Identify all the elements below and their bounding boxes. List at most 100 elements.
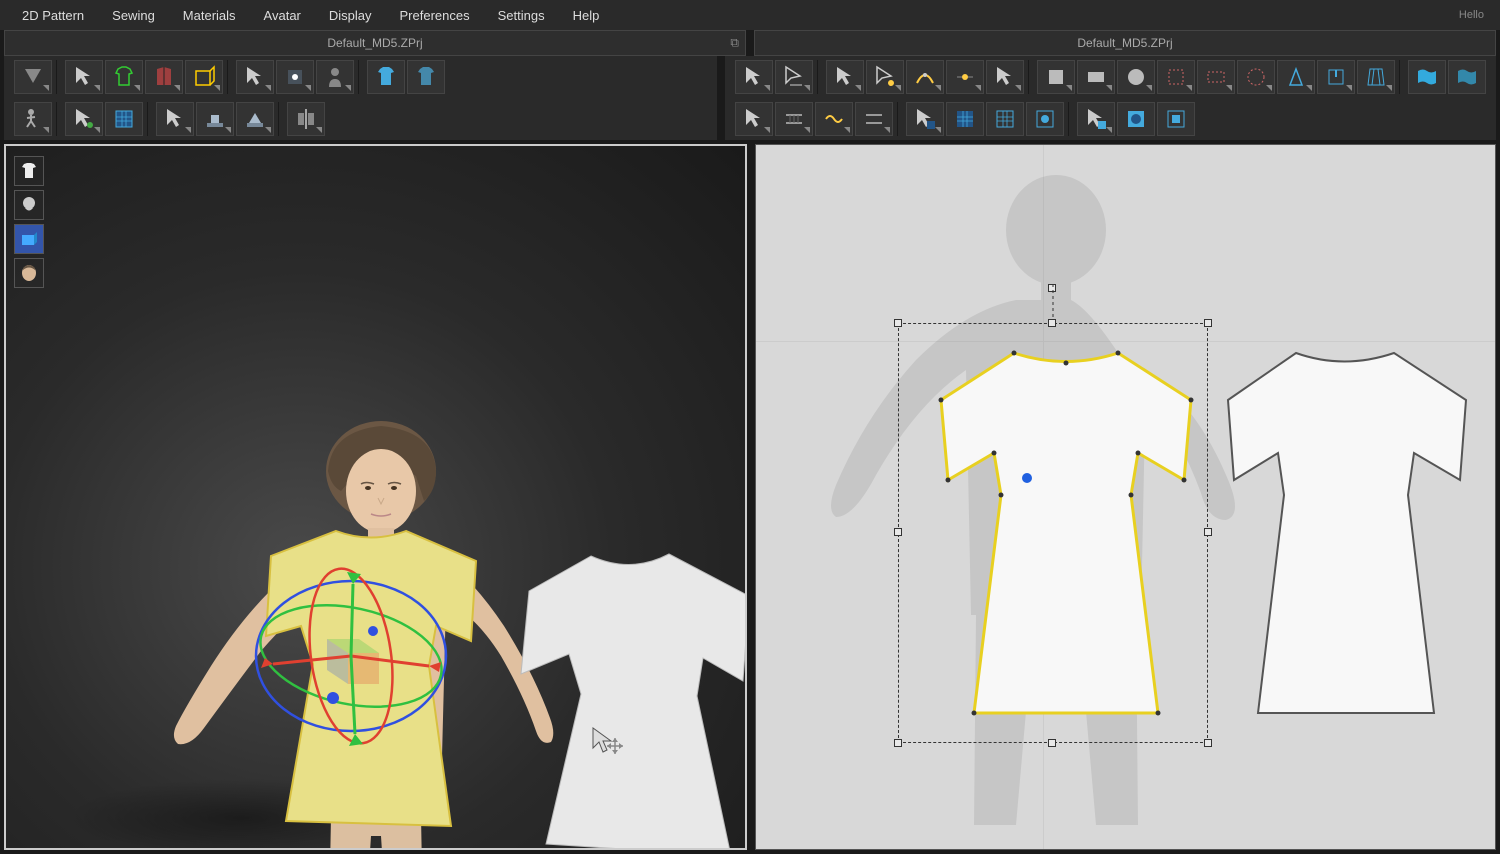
selection-handle-nw[interactable]	[894, 319, 902, 327]
panel-headers: Default_MD5.ZPrj ⧉ Default_MD5.ZPrj	[0, 30, 1500, 56]
arrow-plane-button[interactable]	[156, 102, 194, 136]
avatar-tool-icon	[323, 65, 347, 89]
edit-pattern-button[interactable]	[775, 60, 813, 94]
arrange-shirt-button[interactable]	[105, 60, 143, 94]
segment-sew-icon	[782, 107, 806, 131]
selection-handle-s[interactable]	[1048, 739, 1056, 747]
pattern-2d-unselected[interactable]	[1216, 345, 1466, 725]
selection-handle-ne[interactable]	[1204, 319, 1212, 327]
texture-grid-button[interactable]	[1157, 102, 1195, 136]
add-dot-button[interactable]	[946, 60, 984, 94]
edit-texture-button[interactable]	[1117, 102, 1155, 136]
fabric2-button[interactable]	[1448, 60, 1486, 94]
selection-handle-e[interactable]	[1204, 528, 1212, 536]
rectangle-button[interactable]	[1077, 60, 1115, 94]
edit-sewing-icon	[953, 107, 977, 131]
add-point-icon	[283, 65, 307, 89]
add-point-button[interactable]	[276, 60, 314, 94]
box-unfold-icon	[192, 65, 216, 89]
texture-sel-button[interactable]	[1077, 102, 1115, 136]
panel-header-3d[interactable]: Default_MD5.ZPrj ⧉	[4, 30, 746, 56]
circle-icon	[1124, 65, 1148, 89]
mark-grid-button[interactable]	[105, 102, 143, 136]
trace-button[interactable]	[986, 60, 1024, 94]
tack2-button[interactable]	[236, 102, 274, 136]
dart-button[interactable]	[1277, 60, 1315, 94]
pose-button[interactable]	[14, 102, 52, 136]
arrange-back-icon	[414, 65, 438, 89]
menu-avatar[interactable]: Avatar	[250, 2, 315, 29]
select-mesh-button[interactable]	[236, 60, 274, 94]
edit-sewing-button[interactable]	[946, 102, 984, 136]
selection-center-dot[interactable]	[1022, 473, 1032, 483]
edit-point-button[interactable]	[866, 60, 904, 94]
internal-rect-button[interactable]	[1197, 60, 1235, 94]
pattern-3d-yellow[interactable]	[241, 526, 501, 846]
fabric1-button[interactable]	[1408, 60, 1446, 94]
panel-header-2d[interactable]: Default_MD5.ZPrj	[754, 30, 1496, 56]
selection-handle-se[interactable]	[1204, 739, 1212, 747]
menu-settings[interactable]: Settings	[484, 2, 559, 29]
free-sew-button[interactable]	[815, 102, 853, 136]
curve-point-button[interactable]	[906, 60, 944, 94]
menu-sewing[interactable]: Sewing	[98, 2, 169, 29]
internal-poly-button[interactable]	[1157, 60, 1195, 94]
free-sew-icon	[822, 107, 846, 131]
avatar-head-button[interactable]	[14, 190, 44, 220]
seam-sel-button[interactable]	[906, 102, 944, 136]
cursor-button[interactable]	[735, 60, 773, 94]
menu-2d-pattern[interactable]: 2D Pattern	[8, 2, 98, 29]
avatar-tool-button[interactable]	[316, 60, 354, 94]
garment-fold-button[interactable]	[145, 60, 183, 94]
select-move-button[interactable]	[65, 60, 103, 94]
sew-select-button[interactable]	[735, 102, 773, 136]
selection-handle-w[interactable]	[894, 528, 902, 536]
garment-visibility-button[interactable]	[14, 156, 44, 186]
internal-circle-icon	[1244, 65, 1268, 89]
arrange-front-button[interactable]	[367, 60, 405, 94]
selection-handle-n[interactable]	[1048, 319, 1056, 327]
sewing-grid-button[interactable]	[986, 102, 1024, 136]
notch-icon	[1324, 65, 1348, 89]
simulate-button[interactable]	[14, 60, 52, 94]
popout-icon[interactable]: ⧉	[730, 36, 739, 51]
sewing-tool-button[interactable]	[1026, 102, 1064, 136]
pattern-3d-white[interactable]	[511, 546, 747, 850]
box-unfold-button[interactable]	[185, 60, 223, 94]
cursor-icon	[742, 65, 766, 89]
slash-spread-button[interactable]	[1357, 60, 1395, 94]
symmetry-button[interactable]	[287, 102, 325, 136]
canvas-2d	[756, 145, 1495, 849]
menu-preferences[interactable]: Preferences	[386, 2, 484, 29]
internal-circle-button[interactable]	[1237, 60, 1275, 94]
toolbar-left-row2	[4, 98, 717, 140]
selection-handle-sw[interactable]	[894, 739, 902, 747]
fabric1-icon	[1415, 65, 1439, 89]
tack-icon	[203, 107, 227, 131]
dart-icon	[1284, 65, 1308, 89]
polygon-button[interactable]	[1037, 60, 1075, 94]
transform-button[interactable]	[826, 60, 864, 94]
polygon-icon	[1044, 65, 1068, 89]
menu-display[interactable]: Display	[315, 2, 386, 29]
curve-point-icon	[913, 65, 937, 89]
viewport-2d[interactable]	[755, 144, 1496, 850]
m-segment-icon	[862, 107, 886, 131]
viewport-3d[interactable]	[4, 144, 747, 850]
pose-icon	[21, 107, 45, 131]
notch-button[interactable]	[1317, 60, 1355, 94]
pin-select-button[interactable]	[65, 102, 103, 136]
arrangement-button[interactable]	[14, 224, 44, 254]
tack-button[interactable]	[196, 102, 234, 136]
arrange-back-button[interactable]	[407, 60, 445, 94]
arrange-shirt-icon	[112, 65, 136, 89]
symmetry-icon	[294, 107, 318, 131]
selection-bounding-box[interactable]	[898, 323, 1208, 743]
segment-sew-button[interactable]	[775, 102, 813, 136]
menu-materials[interactable]: Materials	[169, 2, 250, 29]
circle-button[interactable]	[1117, 60, 1155, 94]
trace-icon	[993, 65, 1017, 89]
avatar-face-button[interactable]	[14, 258, 44, 288]
menu-help[interactable]: Help	[559, 2, 614, 29]
m-segment-button[interactable]	[855, 102, 893, 136]
